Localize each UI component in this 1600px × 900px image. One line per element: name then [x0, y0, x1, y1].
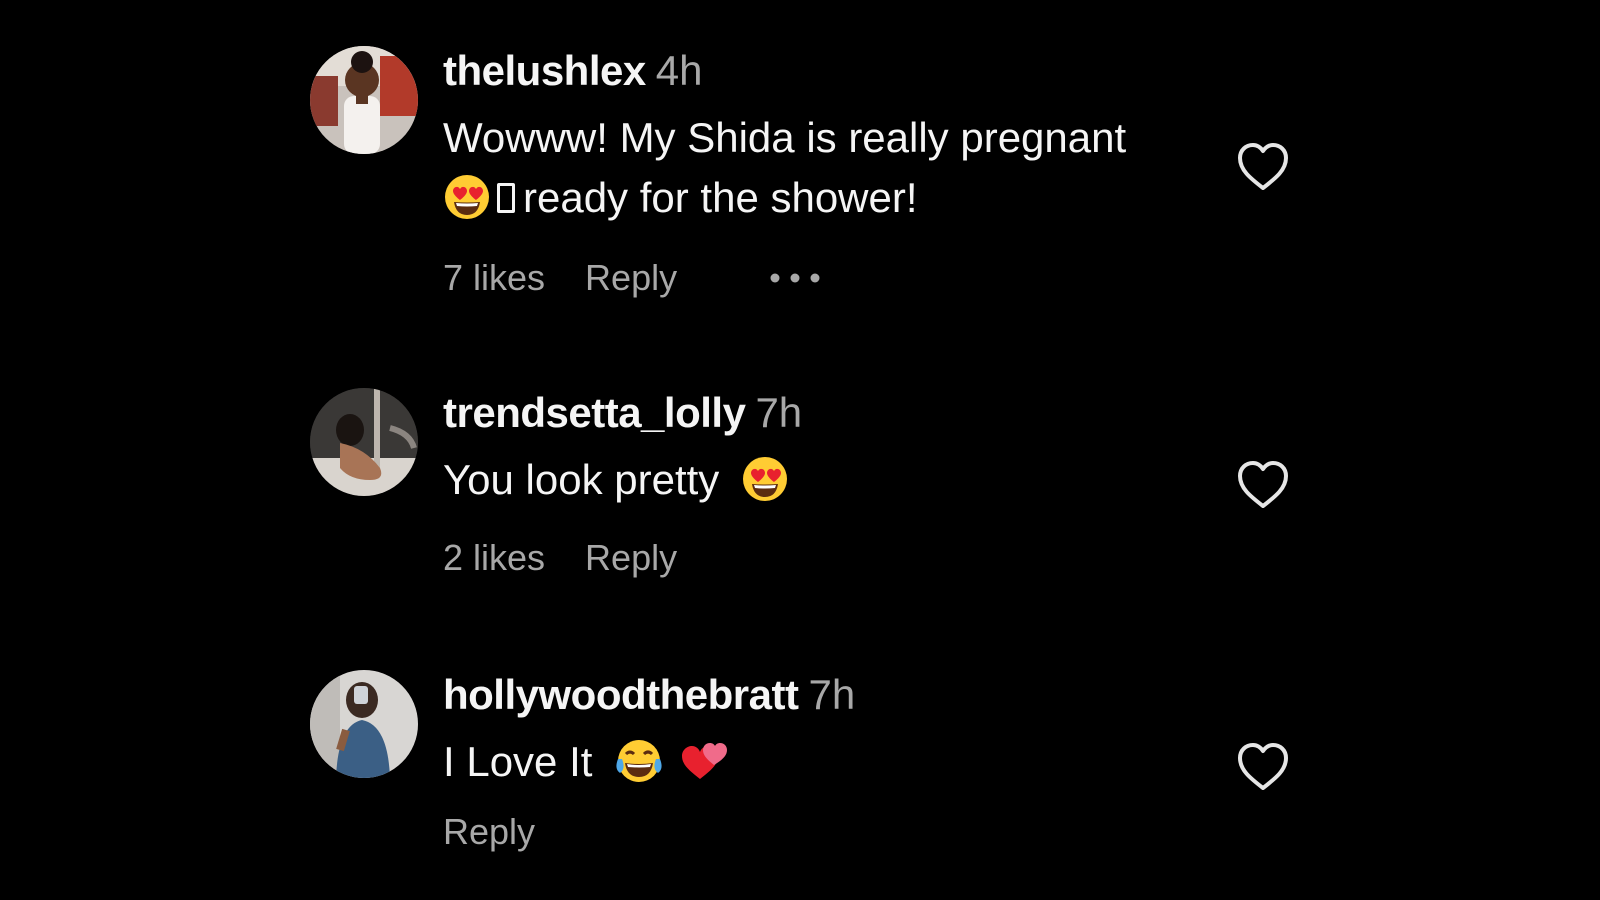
heart-outline-icon[interactable]	[1236, 460, 1290, 510]
avatar[interactable]	[310, 46, 418, 154]
comment-text-line: I Love It	[443, 738, 593, 785]
comment-text: I Love It	[443, 732, 1213, 792]
ellipsis-icon[interactable]	[769, 256, 821, 300]
comment-text: You look pretty	[443, 450, 1213, 510]
tears-of-joy-emoji	[614, 737, 664, 785]
likes-count[interactable]: 2 likes	[443, 537, 545, 578]
timestamp: 7h	[808, 671, 856, 718]
reply-button[interactable]: Reply	[443, 811, 535, 852]
comment-text-line: ready for the shower!	[523, 174, 918, 221]
username[interactable]: thelushlex	[443, 47, 646, 94]
comment-header: trendsetta_lolly 7h	[443, 388, 1213, 450]
avatar[interactable]	[310, 388, 418, 496]
reply-button[interactable]: Reply	[585, 257, 677, 298]
heart-outline-icon[interactable]	[1236, 142, 1290, 192]
username[interactable]: hollywoodthebratt	[443, 671, 799, 718]
timestamp: 7h	[755, 389, 803, 436]
comment-body: thelushlex 4h Wowww! My Shida is really p…	[443, 46, 1213, 298]
comment-actions: 7 likes Reply	[443, 256, 677, 300]
two-hearts-emoji	[680, 739, 730, 783]
comment-text-line: You look pretty	[443, 456, 720, 503]
avatar[interactable]	[310, 670, 418, 778]
comment-body: trendsetta_lolly 7h You look pretty 2 lik…	[443, 388, 1213, 578]
comment-header: hollywoodthebratt 7h	[443, 670, 1213, 732]
likes-count[interactable]: 7 likes	[443, 257, 545, 298]
reply-button[interactable]: Reply	[585, 537, 677, 578]
comment-actions: Reply	[443, 810, 535, 854]
comment-text-line: Wowww! My Shida is really pregnant	[443, 114, 1127, 161]
unrendered-glyph	[497, 182, 515, 213]
comment-text: Wowww! My Shida is really pregnant ready…	[443, 108, 1213, 228]
heart-eyes-emoji	[741, 455, 789, 503]
heart-eyes-emoji	[443, 173, 491, 221]
timestamp: 4h	[655, 47, 703, 94]
comment-actions: 2 likes Reply	[443, 536, 677, 580]
heart-outline-icon[interactable]	[1236, 742, 1290, 792]
comment-body: hollywoodthebratt 7h I Love It Reply	[443, 670, 1213, 852]
username[interactable]: trendsetta_lolly	[443, 389, 746, 436]
comment-header: thelushlex 4h	[443, 46, 1213, 108]
